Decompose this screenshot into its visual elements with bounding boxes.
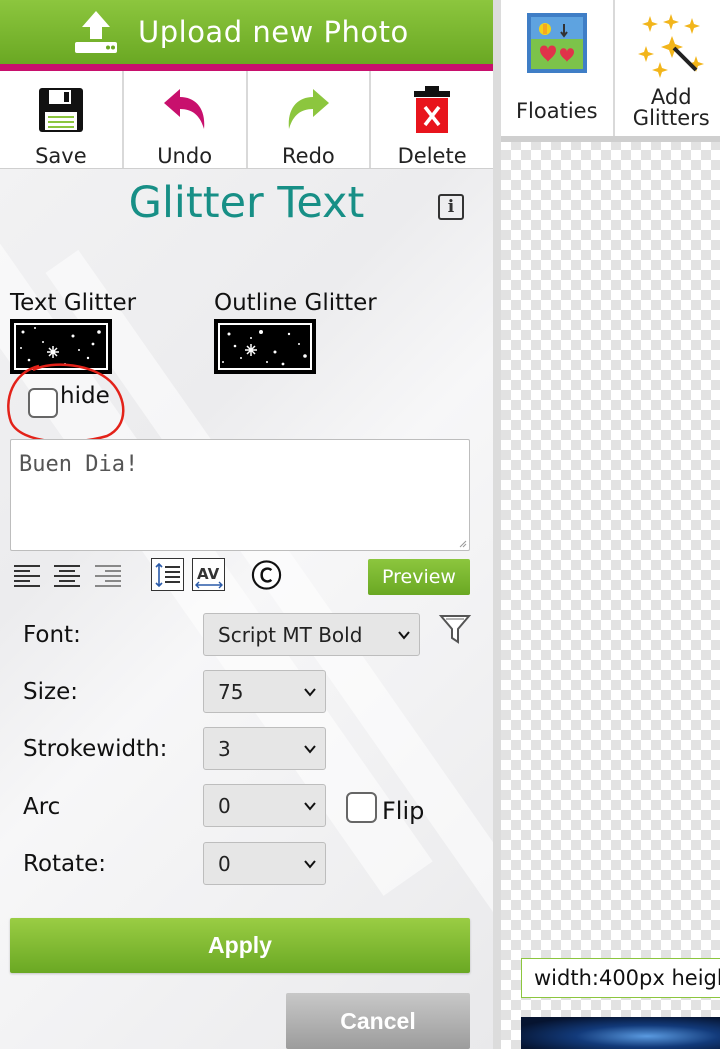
align-center-icon[interactable] bbox=[50, 558, 83, 591]
svg-text:AV: AV bbox=[197, 565, 220, 583]
info-icon[interactable]: i bbox=[438, 194, 464, 220]
panel-title: Glitter Text bbox=[128, 178, 365, 228]
redo-button[interactable]: Redo bbox=[247, 71, 372, 168]
redo-icon bbox=[282, 85, 334, 135]
chevron-down-icon bbox=[304, 802, 316, 811]
arc-select[interactable]: 0 bbox=[203, 784, 326, 827]
outline-glitter-swatch[interactable] bbox=[214, 319, 316, 374]
strokewidth-label: Strokewidth: bbox=[23, 736, 168, 762]
rotate-label: Rotate: bbox=[23, 851, 107, 877]
copyright-icon[interactable] bbox=[250, 558, 283, 591]
preview-button[interactable]: Preview bbox=[368, 559, 470, 595]
delete-icon bbox=[406, 85, 458, 135]
add-glitters-icon bbox=[638, 12, 705, 83]
undo-label: Undo bbox=[157, 144, 213, 168]
arc-label: Arc bbox=[23, 794, 61, 820]
floaties-label: Floaties bbox=[515, 99, 598, 123]
arc-value: 0 bbox=[218, 793, 231, 818]
font-select[interactable]: Script MT Bold bbox=[203, 613, 420, 656]
undo-button[interactable]: Undo bbox=[123, 71, 248, 168]
floaties-button[interactable]: Floaties bbox=[501, 0, 615, 136]
add-glitters-label-line1: Add bbox=[650, 85, 692, 109]
filter-icon[interactable] bbox=[438, 612, 472, 646]
rotate-value: 0 bbox=[218, 851, 231, 876]
font-value: Script MT Bold bbox=[218, 622, 363, 647]
chevron-down-icon bbox=[304, 688, 316, 697]
size-label: Size: bbox=[23, 679, 78, 705]
font-label: Font: bbox=[23, 622, 81, 648]
size-select[interactable]: 75 bbox=[203, 670, 326, 713]
size-value: 75 bbox=[218, 679, 244, 704]
glitter-text-input[interactable]: Buen Dia! bbox=[10, 439, 470, 551]
canvas-area: Floaties Add Glitters width:400px height bbox=[493, 0, 720, 1049]
hide-label: hide bbox=[60, 383, 110, 409]
chevron-down-icon bbox=[304, 860, 316, 869]
tool-tiles: Floaties Add Glitters bbox=[501, 0, 720, 142]
line-height-icon[interactable] bbox=[151, 558, 184, 591]
hide-checkbox[interactable] bbox=[28, 388, 58, 418]
align-left-icon[interactable] bbox=[10, 558, 43, 591]
floaties-icon bbox=[526, 12, 588, 79]
rotate-select[interactable]: 0 bbox=[203, 842, 326, 885]
apply-button[interactable]: Apply bbox=[10, 918, 470, 973]
upload-photo-button[interactable]: Upload new Photo bbox=[0, 0, 493, 64]
undo-icon bbox=[159, 85, 211, 135]
chevron-down-icon bbox=[304, 745, 316, 754]
flip-checkbox[interactable] bbox=[346, 792, 377, 823]
save-icon bbox=[35, 85, 87, 135]
edit-toolbar: Save Undo Redo Delete bbox=[0, 71, 493, 169]
glitter-text-panel: Upload new Photo Save Undo Redo Delete G… bbox=[0, 0, 493, 1049]
strokewidth-select[interactable]: 3 bbox=[203, 727, 326, 770]
glitter-text-value: Buen Dia! bbox=[19, 452, 139, 477]
photo-thumbnail[interactable] bbox=[521, 1017, 720, 1049]
strokewidth-value: 3 bbox=[218, 736, 231, 761]
chevron-down-icon bbox=[398, 631, 410, 640]
save-label: Save bbox=[35, 144, 87, 168]
redo-label: Redo bbox=[282, 144, 335, 168]
resize-grip-icon[interactable] bbox=[459, 540, 467, 548]
outline-glitter-label: Outline Glitter bbox=[214, 290, 377, 316]
delete-button[interactable]: Delete bbox=[371, 71, 493, 168]
cancel-button[interactable]: Cancel bbox=[286, 993, 470, 1049]
upload-icon bbox=[72, 9, 120, 55]
save-button[interactable]: Save bbox=[0, 71, 124, 168]
upload-label: Upload new Photo bbox=[138, 15, 409, 49]
add-glitters-label-line2: Glitters bbox=[632, 106, 710, 130]
flip-label: Flip bbox=[382, 797, 425, 825]
size-readout: width:400px height bbox=[521, 958, 720, 998]
header-divider bbox=[0, 64, 493, 71]
align-right-icon[interactable] bbox=[91, 558, 124, 591]
add-glitters-button[interactable]: Add Glitters bbox=[615, 0, 720, 136]
delete-label: Delete bbox=[397, 144, 467, 168]
letter-spacing-icon[interactable]: AV bbox=[192, 558, 225, 591]
text-glitter-label: Text Glitter bbox=[10, 290, 137, 316]
